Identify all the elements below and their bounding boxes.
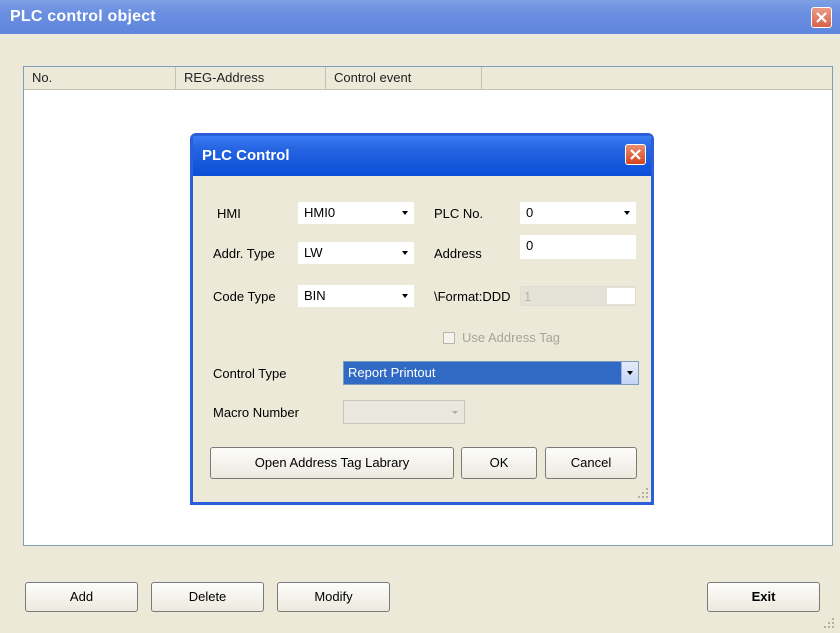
- hmi-select[interactable]: HMI0: [298, 202, 414, 224]
- macro-number-select: [343, 400, 465, 424]
- plc-control-object-window: PLC control object No. REG-Address Contr…: [0, 0, 840, 633]
- add-button[interactable]: Add: [25, 582, 138, 612]
- hmi-value: HMI0: [304, 205, 336, 220]
- code-type-value: BIN: [304, 288, 326, 303]
- resize-grip-icon[interactable]: [824, 618, 836, 630]
- chevron-down-icon: [402, 211, 408, 215]
- control-type-label: Control Type: [213, 366, 287, 381]
- plc-no-select[interactable]: 0: [520, 202, 636, 224]
- open-address-tag-library-button[interactable]: Open Address Tag Labrary: [210, 447, 454, 479]
- plc-no-label: PLC No.: [434, 206, 484, 221]
- column-header-reg-address[interactable]: REG-Address: [176, 67, 326, 89]
- chevron-down-icon: [627, 371, 633, 375]
- format-field: 1: [520, 286, 636, 306]
- code-type-select[interactable]: BIN: [298, 285, 414, 307]
- address-value: 0: [526, 238, 534, 253]
- chevron-down-icon: [402, 294, 408, 298]
- window-title-bar[interactable]: PLC control object: [0, 0, 840, 34]
- address-label: Address: [434, 246, 482, 261]
- resize-grip-icon[interactable]: [638, 488, 650, 500]
- cancel-button[interactable]: Cancel: [545, 447, 637, 479]
- window-close-button[interactable]: [811, 7, 832, 28]
- macro-number-label: Macro Number: [213, 405, 299, 420]
- dialog-title: PLC Control: [202, 147, 290, 164]
- chevron-down-icon: [624, 211, 630, 215]
- plc-no-value: 0: [526, 205, 534, 220]
- format-spin: [607, 288, 635, 304]
- control-type-value: Report Printout: [348, 365, 436, 380]
- addr-type-value: LW: [304, 245, 323, 260]
- delete-button[interactable]: Delete: [151, 582, 264, 612]
- format-label: \Format:DDD: [434, 289, 511, 304]
- ok-button[interactable]: OK: [461, 447, 537, 479]
- window-title: PLC control object: [10, 8, 156, 25]
- exit-button[interactable]: Exit: [707, 582, 820, 612]
- addr-type-select[interactable]: LW: [298, 242, 414, 264]
- chevron-down-icon: [402, 251, 408, 255]
- dialog-close-button[interactable]: [625, 144, 646, 165]
- use-address-tag-checkbox[interactable]: [443, 332, 455, 344]
- addr-type-label: Addr. Type: [213, 246, 275, 261]
- list-header: No. REG-Address Control event: [24, 67, 832, 90]
- close-icon: [630, 149, 641, 160]
- close-icon: [816, 12, 827, 23]
- use-address-tag-label: Use Address Tag: [462, 330, 561, 345]
- address-input[interactable]: 0: [520, 235, 636, 259]
- column-header-control-event[interactable]: Control event: [326, 67, 482, 89]
- plc-control-dialog: PLC Control HMI HMI0 PLC No. 0 Addr. Typ…: [190, 133, 654, 505]
- chevron-down-icon: [452, 411, 458, 414]
- control-type-select[interactable]: Report Printout: [343, 361, 639, 385]
- code-type-label: Code Type: [213, 289, 276, 304]
- dialog-title-bar[interactable]: PLC Control: [193, 136, 651, 176]
- modify-button[interactable]: Modify: [277, 582, 390, 612]
- control-type-dropdown-button[interactable]: [621, 362, 638, 384]
- hmi-label: HMI: [217, 206, 241, 221]
- column-header-no[interactable]: No.: [24, 67, 176, 89]
- format-value: 1: [524, 289, 532, 304]
